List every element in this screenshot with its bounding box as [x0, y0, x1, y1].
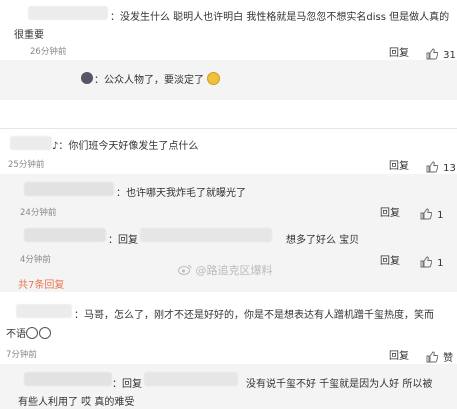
face-icon — [39, 327, 51, 339]
redacted-username — [24, 182, 114, 196]
redacted-username — [24, 372, 112, 386]
like-button[interactable]: 赞 — [426, 346, 453, 365]
reply-button[interactable]: 回复 — [389, 44, 409, 59]
comment-time: 7分钟前 — [6, 350, 37, 360]
comment-time: 26分钟前 — [30, 47, 67, 57]
thumbs-up-icon — [420, 208, 432, 220]
redacted-username — [24, 228, 106, 242]
weibo-logo-icon — [178, 265, 192, 275]
like-label: 赞 — [443, 353, 454, 364]
redacted-username — [16, 304, 72, 318]
comment-time: 25分钟前 — [8, 160, 45, 170]
thumbs-up-icon — [420, 256, 432, 268]
reply-text: ：也许哪天我炸毛了就曝光了 — [116, 188, 246, 199]
face-icon — [207, 72, 221, 85]
redacted-username — [144, 372, 238, 386]
reply-time: 24分钟前 — [20, 208, 57, 218]
reply-button[interactable]: 回复 — [389, 347, 409, 362]
reply-area — [0, 60, 457, 100]
reply-button[interactable]: 回复 — [380, 252, 400, 267]
like-count: 13 — [443, 163, 456, 174]
watermark: @路追克区爆料 — [178, 262, 273, 278]
reply-button[interactable]: 回复 — [389, 157, 409, 172]
like-button[interactable]: 1 — [420, 203, 443, 222]
like-button[interactable]: 1 — [420, 251, 443, 270]
redacted-username — [140, 228, 272, 242]
like-button[interactable]: 13 — [426, 156, 456, 175]
thumbs-up-icon — [426, 48, 438, 60]
reply-text-line2: 有些人利用了 哎 真的难受 — [18, 397, 135, 408]
more-replies-link[interactable]: 共7条回复 — [18, 276, 64, 291]
reply-text: ：公众人物了，要淡定了 — [94, 71, 221, 86]
reply-time: 4分钟前 — [20, 255, 51, 265]
comment-text: ：没发生什么 聪明人也许明白 我性格就是马忽忽不想实名diss 但是做人真的 — [110, 12, 450, 23]
redacted-username — [10, 136, 52, 150]
comment-text: ：马哥，怎么了，刚才不还是好好的，你是不是想表达有人蹭机蹭千玺热度，笑而 — [74, 310, 434, 321]
comment-text-line2: 不语 — [6, 325, 52, 340]
reply-text: 没有说千玺不好 千玺就是因为人好 所以被 — [246, 379, 433, 390]
comment-text: ♪：你们班今天好像发生了点什么 — [52, 141, 199, 152]
thumbs-up-icon — [426, 351, 438, 363]
comment-text-line2: 很重要 — [14, 30, 44, 41]
reply-text: 想多了好么 宝贝 — [286, 235, 360, 246]
reply-button[interactable]: 回复 — [380, 204, 400, 219]
like-count: 1 — [437, 210, 444, 221]
face-icon — [26, 327, 38, 339]
like-count: 1 — [437, 258, 444, 269]
reply-prefix: ：回复 — [112, 379, 142, 390]
avatar — [81, 72, 93, 84]
redacted-username — [28, 6, 108, 20]
reply-prefix: ：回复 — [108, 235, 138, 246]
thumbs-up-icon — [426, 161, 438, 173]
